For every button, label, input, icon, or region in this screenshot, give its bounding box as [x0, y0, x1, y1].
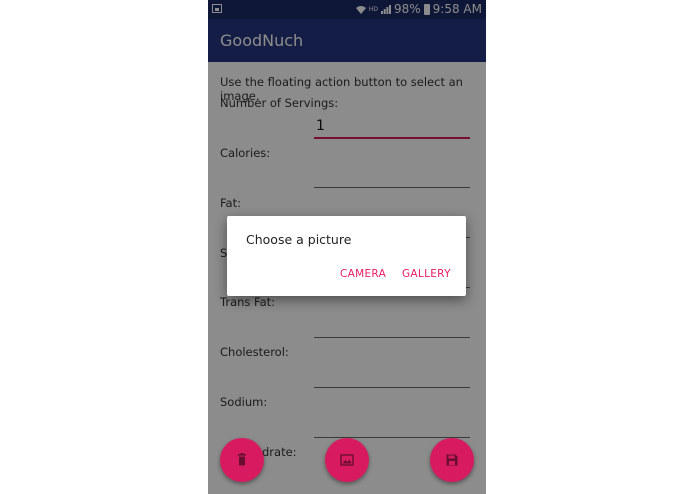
- dialog-title: Choose a picture: [246, 232, 352, 247]
- save-fab[interactable]: [430, 438, 474, 482]
- select-image-fab[interactable]: [325, 438, 369, 482]
- image-icon: [340, 454, 354, 466]
- delete-icon: [238, 453, 246, 466]
- gallery-button[interactable]: GALLERY: [402, 268, 451, 280]
- choose-picture-dialog: Choose a picture CAMERA GALLERY: [227, 216, 466, 296]
- camera-button[interactable]: CAMERA: [340, 268, 386, 280]
- delete-fab[interactable]: [220, 438, 264, 482]
- save-icon: [446, 454, 458, 466]
- dialog-scrim-top: [208, 0, 486, 62]
